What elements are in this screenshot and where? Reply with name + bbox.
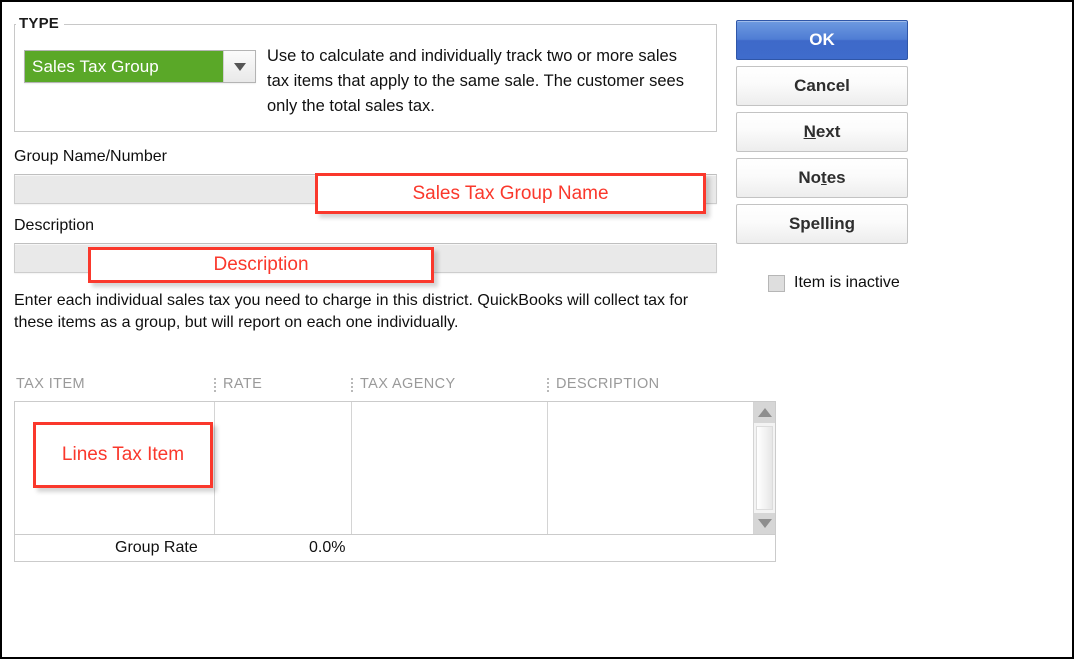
table-header-row: TAX ITEM RATE TAX AGENCY DESCRIPTION xyxy=(14,376,776,398)
chevron-down-icon[interactable] xyxy=(223,51,255,82)
spelling-label-pre: Spellin xyxy=(788,214,845,233)
notes-label-pre: No xyxy=(798,168,822,187)
sales-tax-group-dialog: TYPE Sales Tax Group Use to calculate an… xyxy=(0,0,1074,659)
annotation-group-name: Sales Tax Group Name xyxy=(315,173,706,214)
item-is-inactive-checkbox[interactable] xyxy=(768,274,785,292)
column-header-rate[interactable]: RATE xyxy=(223,376,262,392)
next-label-post: ext xyxy=(815,122,841,141)
annotation-description: Description xyxy=(88,247,434,283)
spelling-button[interactable]: Spellin g xyxy=(736,204,908,244)
grid-column-line-2 xyxy=(351,402,352,534)
next-button[interactable]: Next xyxy=(736,112,908,152)
instructions-text: Enter each individual sales tax you need… xyxy=(14,292,689,331)
column-separator-1[interactable] xyxy=(214,378,216,393)
ok-button[interactable]: OK xyxy=(736,20,908,60)
scroll-up-glyph xyxy=(757,408,772,417)
grid-column-line-3 xyxy=(547,402,548,534)
group-rate-value: 0.0% xyxy=(309,539,346,556)
type-dropdown[interactable]: Sales Tax Group xyxy=(24,50,256,83)
grid-scrollbar[interactable] xyxy=(753,402,775,534)
item-is-inactive-row[interactable]: Item is inactive xyxy=(768,274,900,292)
spelling-accelerator: g xyxy=(844,214,856,233)
item-is-inactive-label: Item is inactive xyxy=(794,274,900,291)
cancel-button[interactable]: Cancel xyxy=(736,66,908,106)
type-legend: TYPE xyxy=(16,15,64,32)
group-rate-footer: Group Rate 0.0% xyxy=(14,535,776,562)
type-dropdown-value: Sales Tax Group xyxy=(25,51,223,82)
scroll-up-icon[interactable] xyxy=(754,402,775,423)
next-accelerator: N xyxy=(803,122,816,141)
column-header-tax-item[interactable]: TAX ITEM xyxy=(16,376,85,392)
scrollbar-thumb[interactable] xyxy=(756,426,773,510)
column-header-tax-agency[interactable]: TAX AGENCY xyxy=(360,376,456,392)
column-separator-2[interactable] xyxy=(351,378,353,393)
group-name-label: Group Name/Number xyxy=(14,148,167,165)
column-separator-3[interactable] xyxy=(547,378,549,393)
chevron-down-glyph xyxy=(233,62,246,71)
description-label: Description xyxy=(14,217,95,234)
notes-button[interactable]: No t es xyxy=(736,158,908,198)
group-rate-label: Group Rate xyxy=(115,539,198,556)
scroll-down-glyph xyxy=(757,519,772,528)
column-header-description[interactable]: DESCRIPTION xyxy=(556,376,660,392)
type-description-text: Use to calculate and individually track … xyxy=(267,47,684,115)
annotation-lines-tax-item: Lines Tax Item xyxy=(33,422,213,488)
scroll-down-icon[interactable] xyxy=(754,513,775,534)
grid-column-line-1 xyxy=(214,402,215,534)
notes-label-post: es xyxy=(826,168,846,187)
